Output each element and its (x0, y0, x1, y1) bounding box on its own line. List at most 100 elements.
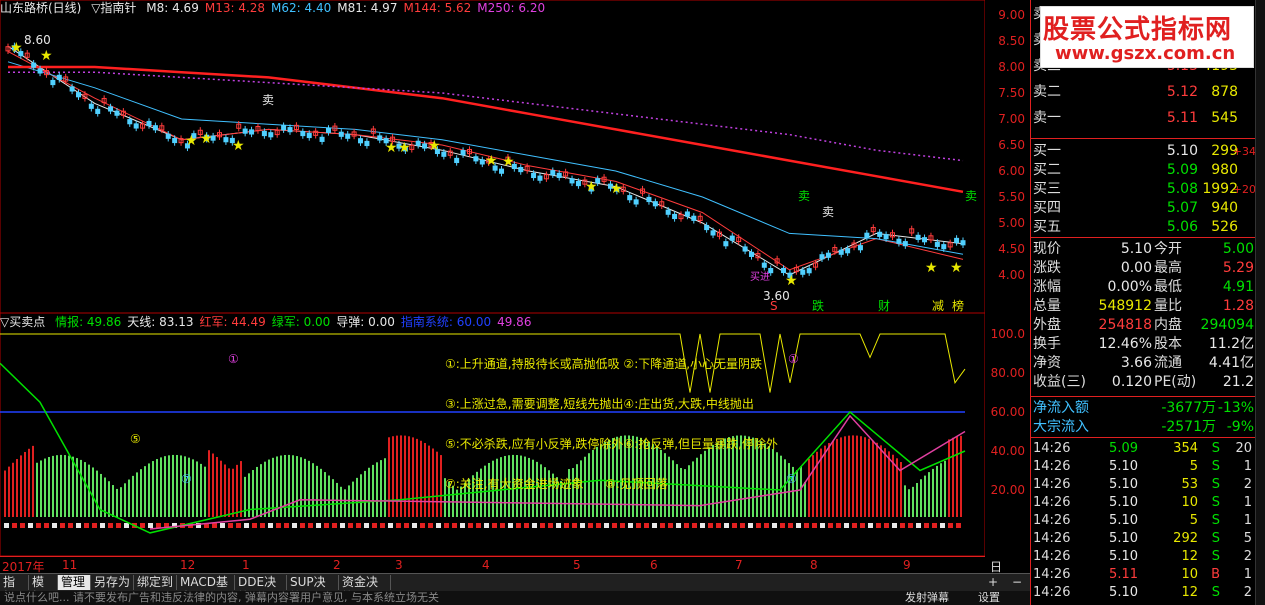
flow-row: 大宗流入 -2571万 -9% (1031, 418, 1256, 437)
indicator-bar (180, 455, 182, 517)
add-button[interactable]: + (988, 575, 998, 589)
vertical-scrollbar[interactable] (1255, 0, 1265, 605)
candle-body (550, 170, 556, 176)
date-tick: 3 (395, 558, 403, 572)
indicator-bar (372, 464, 374, 517)
tab-7[interactable]: SUP决策 (287, 575, 339, 604)
buy-signal-label: 买进 (750, 271, 770, 283)
tick-side: S (1211, 477, 1220, 492)
indicator-title[interactable]: ▽买卖点 (0, 315, 45, 329)
indicator-bar (596, 446, 598, 517)
bid-row[interactable]: 买四 5.07 940 (1031, 199, 1256, 218)
signal-stripe (420, 523, 425, 528)
signal-stripe (764, 523, 769, 528)
stat-label: 涨幅 (1033, 279, 1061, 295)
tick-row: 14:26 5.10 5 S 1 (1031, 512, 1256, 530)
ask-row[interactable]: 卖二 5.12 878 (1031, 83, 1256, 102)
indicator-bar (868, 438, 870, 517)
minus-button[interactable]: − (1012, 575, 1022, 589)
tick-price: 5.10 (1109, 531, 1138, 546)
indicator-legend: ▽买卖点 情报: 49.86 天线: 83.13 红军: 44.49 绿军: 0.00… (0, 314, 543, 330)
site-watermark: 股票公式指标网 www.gszx.com.cn (1040, 6, 1254, 68)
indicator-bar (784, 459, 786, 517)
tab-1[interactable]: 模板 (29, 575, 58, 604)
indicator-note: ⑧:见顶回落 (605, 477, 668, 491)
ask-price: 5.11 (1166, 110, 1198, 126)
tab-4[interactable]: 绑定到 (134, 575, 177, 590)
candle-body (960, 240, 966, 246)
signal-stripe (588, 523, 593, 528)
signal-stripe (492, 523, 497, 528)
ask-row[interactable]: 卖一 5.11 545 (1031, 109, 1256, 128)
stat-label: 现价 (1033, 241, 1061, 257)
signal-stripe (508, 523, 513, 528)
indicator-bar (132, 475, 134, 517)
tab-2[interactable]: 管理 (58, 575, 91, 590)
candle-body (646, 196, 652, 203)
indicator-bar (340, 486, 342, 517)
candle-body (325, 127, 331, 133)
candle-body (954, 237, 960, 244)
indicator-bar (412, 437, 414, 517)
ask-price: 5.12 (1166, 84, 1198, 100)
danmu-input-hint[interactable]: 说点什么吧... 请不要发布广告和违反法律的内容, 弹幕内容署用户意见, 与本系… (4, 591, 439, 605)
bid-row[interactable]: 买五 5.06 526 (1031, 218, 1256, 237)
indicator-legend-item: 导弹: 0.00 (336, 315, 395, 329)
bid-label: 买五 (1033, 219, 1061, 235)
signal-stripe (948, 523, 953, 528)
candle-body (37, 68, 43, 74)
settings-button[interactable]: 设置 (978, 591, 1000, 605)
indicator-bar (936, 465, 938, 517)
indicator-bar (124, 483, 126, 517)
bid-row[interactable]: 买二 5.09 980 (1031, 161, 1256, 180)
indicator-bar (172, 454, 174, 517)
ma-legend-item: M13: 4.28 (204, 1, 266, 15)
signal-stripe (140, 523, 145, 528)
indicator-bar (804, 481, 806, 517)
indicator-bar (308, 460, 310, 517)
signal-stripe (268, 523, 273, 528)
price-tick: 4.50 (998, 242, 1025, 256)
indicator-bar (12, 462, 14, 517)
bid-row[interactable]: 买一 5.10 299 +34 (1031, 142, 1256, 161)
tab-5[interactable]: MACD基本 (177, 575, 235, 604)
bid-volume: 940 (1211, 200, 1238, 216)
indicator-bar (116, 488, 118, 517)
signal-stripe (500, 523, 505, 528)
tab-6[interactable]: DDE决策 (235, 575, 287, 604)
indicator-bar (192, 459, 194, 517)
star-icon: ★ (785, 273, 798, 289)
book-divider (1031, 138, 1256, 139)
date-tick: 9 (903, 558, 911, 572)
indicator-bar (768, 446, 770, 517)
tab-8[interactable]: 资金决策 (339, 575, 391, 604)
candle-body (165, 133, 171, 139)
signal-tag: 减 (932, 299, 944, 313)
main-kline-chart[interactable]: ★ ★★ ★ ★ ★ ★ ★★ ★★ ★★★ ★8.603.60卖卖卖卖买进S 跌财减榜 (0, 0, 985, 313)
candle-body (268, 132, 274, 138)
date-tick: 7 (735, 558, 743, 572)
star-icon: ★ (950, 260, 963, 276)
send-danmu-button[interactable]: 发射弹幕 (905, 591, 949, 605)
candle-body (56, 74, 62, 80)
bid-row[interactable]: 买三 5.08 1992 +20 (1031, 180, 1256, 199)
candle-body (704, 224, 710, 231)
stock-title: 山东路桥(日线) (0, 1, 82, 15)
indicator-bar (324, 472, 326, 517)
flow-divider (1031, 396, 1256, 397)
price-tick: 8.00 (998, 60, 1025, 74)
tab-3[interactable]: 另存为 (91, 575, 134, 590)
indicator-tick: 60.00 (990, 405, 1025, 419)
indicator-tick: 80.00 (990, 366, 1025, 380)
indicator-bar (872, 440, 874, 517)
indicator-bar (160, 457, 162, 517)
signal-stripe (884, 523, 889, 528)
indicator-bar (92, 467, 94, 517)
tick-count: 1 (1243, 459, 1252, 474)
indicator-bar (880, 445, 882, 517)
indicator-mode[interactable]: ▽指南针 (91, 1, 136, 15)
indicator-bar (368, 467, 370, 517)
candle-body (941, 244, 947, 250)
tab-0[interactable]: 指标 (0, 575, 29, 604)
date-tick: 6 (650, 558, 658, 572)
